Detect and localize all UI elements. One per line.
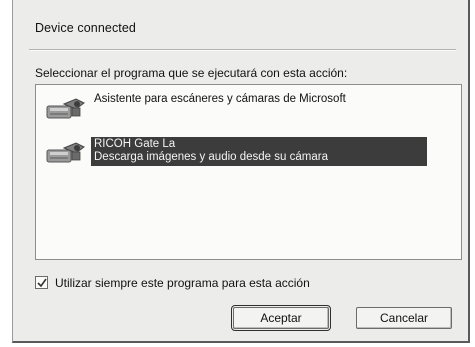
program-label: Asistente para escáneres y cámaras de Mi… <box>94 93 346 105</box>
ok-button[interactable]: Aceptar <box>231 305 331 331</box>
always-use-label: Utilizar siempre este programa para esta… <box>55 276 310 290</box>
separator <box>29 49 456 51</box>
program-prompt: Seleccionar el programa que se ejecutará… <box>35 66 348 80</box>
device-connected-dialog: Device connected Seleccionar el programa… <box>12 0 470 343</box>
program-description: Descarga imágenes y audio desde su cámar… <box>94 151 328 163</box>
camera-icon <box>46 95 86 121</box>
program-label-selected: RICOH Gate La Descarga imágenes y audio … <box>91 137 427 166</box>
always-use-checkbox[interactable] <box>35 276 48 289</box>
program-item-microsoft-wizard[interactable]: Asistente para escáneres y cámaras de Mi… <box>36 91 461 127</box>
program-list[interactable]: Asistente para escáneres y cámaras de Mi… <box>35 84 462 260</box>
checkmark-icon <box>37 278 47 288</box>
camera-icon <box>46 139 86 165</box>
program-name: RICOH Gate La <box>94 138 176 150</box>
program-item-ricoh-gate[interactable]: RICOH Gate La Descarga imágenes y audio … <box>36 135 461 171</box>
dialog-title: Device connected <box>35 21 136 35</box>
cancel-button[interactable]: Cancelar <box>356 307 452 329</box>
